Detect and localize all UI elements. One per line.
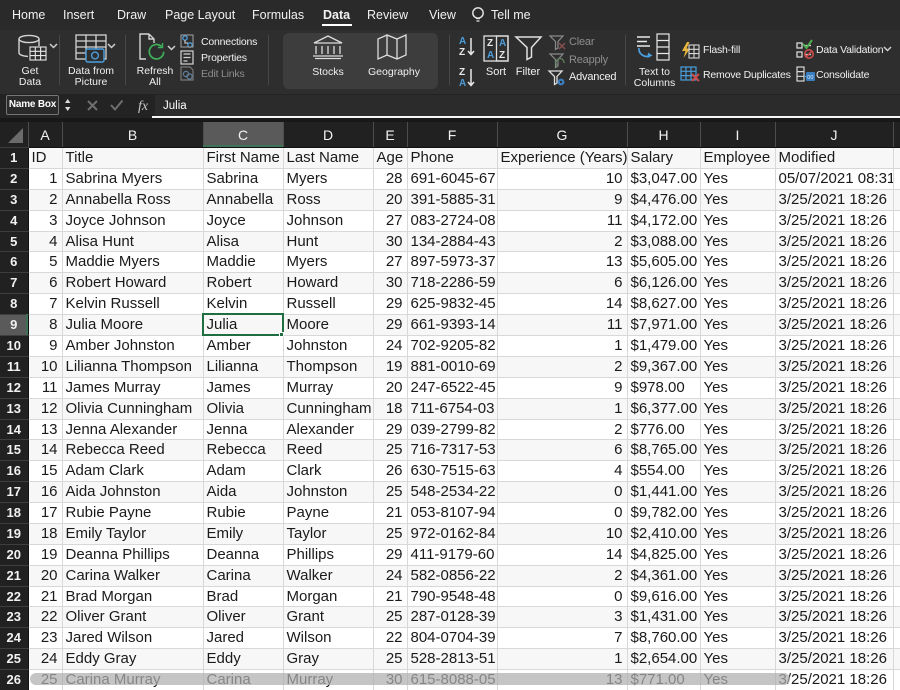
svg-text:Z: Z [459,47,465,58]
svg-text:Z: Z [487,38,493,49]
svg-text:A: A [487,50,494,61]
svg-text:A: A [459,78,466,89]
svg-text:Z: Z [459,67,465,78]
svg-text:00: 00 [807,75,813,81]
svg-text:A: A [459,36,466,47]
svg-text:Z: Z [499,50,505,61]
svg-text:A: A [499,38,506,49]
svg-text:fx: fx [138,99,149,114]
